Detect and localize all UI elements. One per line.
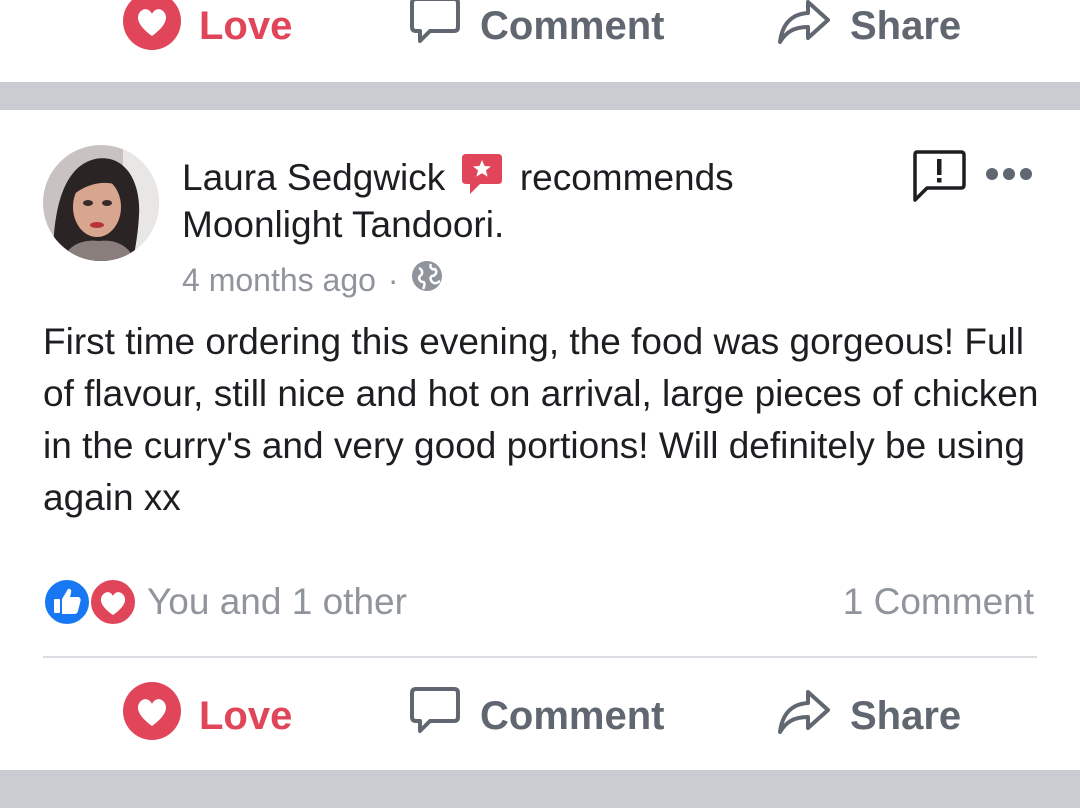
globe-icon xyxy=(411,260,443,300)
comment-bubble-icon xyxy=(408,685,462,747)
comment-button[interactable]: Comment xyxy=(408,0,664,56)
author-name[interactable]: Laura Sedgwick xyxy=(182,157,445,198)
love-label: Love xyxy=(199,3,293,48)
love-button[interactable]: Love xyxy=(123,0,292,56)
love-label: Love xyxy=(199,693,293,738)
recommends-verb: recommends xyxy=(519,157,734,198)
more-options-icon[interactable] xyxy=(985,166,1033,187)
page-name-link[interactable]: Moonlight Tandoori. xyxy=(182,204,504,245)
love-reaction-icon xyxy=(89,578,137,635)
post-timestamp[interactable]: 4 months ago xyxy=(182,262,376,299)
share-label: Share xyxy=(850,693,962,738)
recommend-icon xyxy=(460,152,504,205)
post-body: First time ordering this evening, the fo… xyxy=(43,321,1039,518)
reactions-summary[interactable]: You and 1 other xyxy=(43,578,407,626)
love-heart-icon xyxy=(123,682,181,750)
post-action-bar: Love Comment Share xyxy=(0,672,1080,770)
share-button[interactable]: Share xyxy=(776,0,961,56)
share-arrow-icon xyxy=(776,0,832,56)
comment-bubble-icon xyxy=(408,0,462,57)
post-header-line-1: Laura Sedgwick recommends xyxy=(182,152,734,205)
love-button[interactable]: Love xyxy=(123,682,293,746)
meta-separator: · xyxy=(387,261,399,298)
share-label: Share xyxy=(850,3,962,48)
comment-button[interactable]: Comment xyxy=(408,686,664,746)
comment-label: Comment xyxy=(480,3,665,48)
like-reaction-icon xyxy=(43,578,91,635)
reaction-icons xyxy=(43,578,139,626)
post-header-line-2: Moonlight Tandoori. xyxy=(182,204,504,246)
report-icon[interactable] xyxy=(911,148,967,209)
feed-separator xyxy=(0,82,1080,110)
comment-label: Comment xyxy=(480,693,665,738)
reactions-text: You and 1 other xyxy=(147,581,407,622)
share-button[interactable]: Share xyxy=(776,686,961,746)
previous-post-action-bar: Love Comment Share xyxy=(0,0,1080,82)
post-meta: 4 months ago · xyxy=(182,260,443,300)
post-divider xyxy=(43,656,1037,658)
love-heart-icon xyxy=(123,0,181,60)
recommendation-post: Laura Sedgwick recommends Moonlight Tand… xyxy=(0,110,1080,672)
comment-count[interactable]: 1 Comment xyxy=(843,578,1034,626)
share-arrow-icon xyxy=(776,686,832,746)
avatar[interactable] xyxy=(43,145,159,261)
feed-separator xyxy=(0,770,1080,808)
